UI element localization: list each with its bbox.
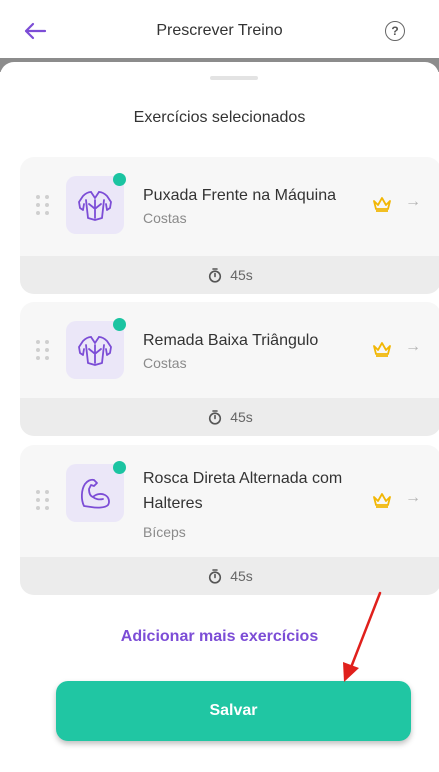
drag-handle-icon[interactable] [36, 195, 50, 217]
sheet-drag-handle[interactable] [210, 76, 258, 80]
bottom-sheet: Exercícios selecionados Puxada Frente na… [0, 62, 439, 772]
help-button[interactable]: ? [385, 21, 405, 41]
crown-icon [373, 197, 391, 212]
duration-bar: 45s [20, 398, 439, 436]
stopwatch-icon [209, 410, 222, 425]
status-dot [113, 318, 126, 331]
exercise-duration: 45s [230, 409, 253, 425]
sheet-title: Exercícios selecionados [133, 109, 306, 126]
exercise-category: Bíceps [143, 524, 186, 540]
save-button[interactable]: Salvar [56, 681, 411, 741]
exercise-card[interactable]: Puxada Frente na Máquina Costas → 45s [20, 157, 439, 294]
crown-icon [373, 493, 391, 508]
duration-bar: 45s [20, 256, 439, 294]
drag-handle-icon[interactable] [36, 340, 50, 362]
exercise-duration: 45s [230, 267, 253, 283]
crown-icon [373, 342, 391, 357]
exercise-duration: 45s [230, 568, 253, 584]
exercise-name: Puxada Frente na Máquina [143, 187, 337, 204]
back-button[interactable] [20, 17, 50, 45]
arrow-left-icon [24, 22, 47, 40]
exercise-name: Rosca Direta Alternada com Halteres [143, 470, 343, 512]
app-header: Prescrever Treino ? [0, 0, 439, 62]
open-detail-arrow-icon[interactable]: → [405, 489, 421, 507]
add-more-exercises-link[interactable]: Adicionar mais exercícios [0, 628, 439, 646]
exercise-card[interactable]: Remada Baixa Triângulo Costas → 45s [20, 302, 439, 436]
status-dot [113, 461, 126, 474]
status-dot [113, 173, 126, 186]
stopwatch-icon [209, 268, 222, 283]
stopwatch-icon [209, 569, 222, 584]
exercise-card[interactable]: Rosca Direta Alternada com Halteres Bíce… [20, 445, 439, 595]
drag-handle-icon[interactable] [36, 490, 50, 512]
open-detail-arrow-icon[interactable]: → [405, 193, 421, 211]
exercise-name: Remada Baixa Triângulo [143, 332, 319, 349]
open-detail-arrow-icon[interactable]: → [405, 338, 421, 356]
duration-bar: 45s [20, 557, 439, 595]
help-circle-icon: ? [391, 24, 399, 38]
exercise-category: Costas [143, 355, 187, 371]
page-title: Prescrever Treino [156, 22, 283, 39]
exercise-category: Costas [143, 210, 187, 226]
